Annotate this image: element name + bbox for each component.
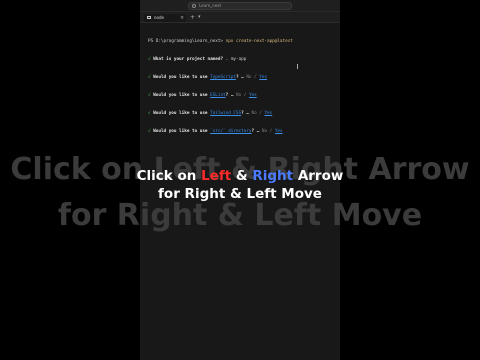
tab-label: node (154, 15, 164, 20)
output-line: √ Would you like to use Tailwind CSS? … … (148, 111, 338, 117)
yes-option: Yes (264, 111, 273, 116)
terminal-output[interactable]: PS D:\programming\Learn_next> npx create… (148, 27, 338, 147)
terminal-icon (147, 16, 151, 19)
highlight-text: TypeScript (210, 75, 236, 80)
text-cursor (297, 64, 300, 69)
question-rest: ? … (251, 129, 262, 134)
output-line: √ Would you like to use ESLint? … No / Y… (148, 93, 338, 99)
slash: / (241, 93, 249, 98)
caption-line2: for Right & Left Move (158, 186, 322, 202)
yes-option: Yes (248, 93, 257, 98)
question-text: Would you like to use (153, 111, 211, 116)
background-caption-line2: for Right & Left Move (57, 198, 423, 233)
yes-option: Yes (259, 75, 268, 80)
question-rest: ? … (241, 111, 252, 116)
highlight-text: ESLint (210, 93, 226, 98)
caption-text: Click on (136, 168, 202, 184)
question-rest: ? … (235, 75, 247, 80)
caption-left-word: Left (201, 168, 232, 184)
check-icon: √ (148, 75, 151, 80)
chevron-down-icon[interactable]: ▾ (198, 14, 201, 21)
question-text: Would you like to use (153, 93, 211, 98)
output-line: √ Would you like to use TypeScript? … No… (148, 75, 338, 81)
question-text: Would you like to use (153, 129, 211, 134)
search-text: Learn_next (199, 3, 222, 8)
output-line: √ What is your project named? … my-app (148, 57, 338, 63)
close-icon[interactable]: × (180, 15, 184, 21)
caption-right-word: Right (252, 168, 294, 184)
highlight-text: `src/` directory (210, 129, 252, 134)
search-icon (192, 4, 196, 8)
question-text: What is your project named? (153, 57, 224, 62)
output-line: √ Would you like to use `src/` directory… (148, 129, 338, 135)
question-rest: ? … (225, 93, 236, 98)
check-icon: √ (148, 111, 151, 116)
command-center-search[interactable]: Learn_next (188, 2, 292, 10)
add-tab-icon[interactable]: + (190, 14, 195, 21)
command-text: npx create-next-app@latest (225, 39, 293, 44)
slash: / (267, 129, 275, 134)
caption-amp: & (231, 168, 253, 184)
yes-option: Yes (274, 129, 283, 134)
check-icon: √ (148, 129, 151, 134)
check-icon: √ (148, 57, 151, 62)
caption-line1: Click on Left & Right Arrow (0, 168, 480, 184)
highlight-text: Tailwind CSS (210, 111, 242, 116)
prompt-line: PS D:\programming\Learn_next> npx create… (148, 39, 338, 45)
prompt-path: PS D:\programming\Learn_next> (148, 39, 226, 44)
tab-bar: node × + ▾ (140, 12, 340, 23)
title-bar: Learn_next (140, 0, 340, 12)
separator: … (223, 57, 231, 62)
tab-node[interactable]: node × (144, 14, 186, 22)
question-text: Would you like to use (153, 75, 211, 80)
caption-text: Arrow (293, 168, 344, 184)
answer-text: my-app (230, 57, 247, 62)
check-icon: √ (148, 93, 151, 98)
